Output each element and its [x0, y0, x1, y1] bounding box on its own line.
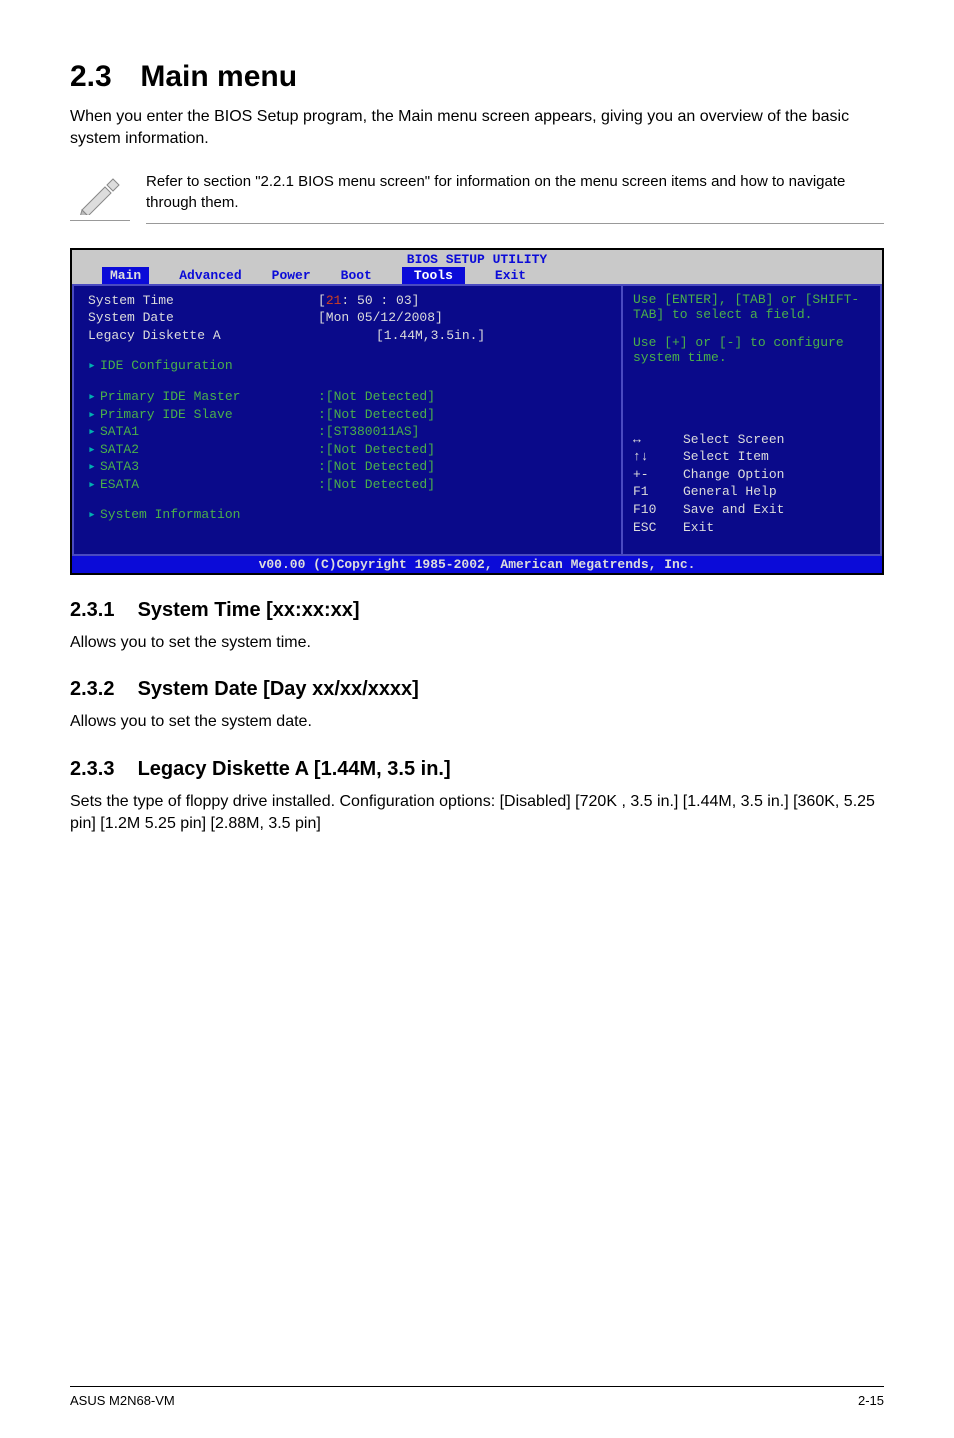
bios-help-pane: Use [ENTER], [TAB] or [SHIFT-TAB] to sel…	[622, 284, 882, 556]
nav-change-option: Change Option	[683, 466, 784, 484]
section-number: 2.3	[70, 60, 132, 94]
key-lr-icon: ↔	[633, 431, 683, 449]
sub1-number: 2.3.1	[70, 599, 132, 622]
help-text-2: Use [+] or [-] to configure system time.	[633, 335, 870, 365]
bios-row-esata: ▸ESATA :[Not Detected]	[88, 476, 611, 494]
bios-left-pane: System Time [21: 50 : 03] System Date [M…	[72, 284, 622, 556]
bios-row-system-date: System Date [Mon 05/12/2008]	[88, 309, 611, 327]
pencil-icon	[70, 171, 130, 221]
arrow-icon: ▸	[88, 506, 100, 524]
label-pim: Primary IDE Master	[100, 389, 240, 404]
nav-select-screen: Select Screen	[683, 431, 784, 449]
bios-menu-main: Main	[102, 267, 149, 284]
bios-row-legacy: Legacy Diskette A [1.44M,3.5in.]	[88, 327, 611, 345]
label-esata: ESATA	[100, 477, 139, 492]
bios-title: BIOS SETUP UTILITY	[72, 250, 882, 267]
label-sysinfo: System Information	[100, 506, 240, 524]
bios-nav-help: ↔Select Screen ↑↓Select Item +-Change Op…	[633, 431, 870, 536]
key-pm-icon: +-	[633, 466, 683, 484]
value-system-date: [Mon 05/12/2008]	[318, 309, 443, 327]
value-pis: :[Not Detected]	[318, 406, 435, 424]
label-system-date: System Date	[88, 309, 318, 327]
sub3-number: 2.3.3	[70, 758, 132, 781]
section-title-text: Main menu	[140, 60, 297, 93]
value-sata1: :[ST380011AS]	[318, 423, 419, 441]
section-intro: When you enter the BIOS Setup program, t…	[70, 106, 884, 151]
bios-body: System Time [21: 50 : 03] System Date [M…	[72, 284, 882, 556]
arrow-icon: ▸	[88, 357, 100, 375]
value-system-time: [21: 50 : 03]	[318, 292, 419, 310]
key-ud-icon: ↑↓	[633, 448, 683, 466]
value-sata2: :[Not Detected]	[318, 441, 435, 459]
arrow-icon: ▸	[88, 423, 100, 441]
label-sata2: SATA2	[100, 442, 139, 457]
value-sata3: :[Not Detected]	[318, 458, 435, 476]
footer-left: ASUS M2N68-VM	[70, 1393, 175, 1408]
bios-menu-tools: Tools	[402, 267, 465, 284]
sub2-text: Allows you to set the system date.	[70, 711, 884, 733]
label-pis: Primary IDE Slave	[100, 407, 233, 422]
footer-right: 2-15	[858, 1393, 884, 1408]
subsection-heading-2: 2.3.2 System Date [Day xx/xx/xxxx]	[70, 678, 884, 701]
value-pim: :[Not Detected]	[318, 388, 435, 406]
nav-save-exit: Save and Exit	[683, 501, 784, 519]
key-f1: F1	[633, 483, 683, 501]
sub3-text: Sets the type of floppy drive installed.…	[70, 791, 884, 836]
note-text: Refer to section "2.2.1 BIOS menu screen…	[146, 171, 884, 224]
arrow-icon: ▸	[88, 458, 100, 476]
nav-select-item: Select Item	[683, 448, 769, 466]
bios-menu-power: Power	[272, 267, 311, 284]
bios-row-system-time: System Time [21: 50 : 03]	[88, 292, 611, 310]
label-sata1: SATA1	[100, 424, 139, 439]
bios-row-pis: ▸Primary IDE Slave :[Not Detected]	[88, 406, 611, 424]
sub1-title: System Time [xx:xx:xx]	[138, 599, 360, 621]
bios-row-pim: ▸Primary IDE Master :[Not Detected]	[88, 388, 611, 406]
label-ide-config: IDE Configuration	[100, 357, 233, 375]
bios-menu-boot: Boot	[341, 267, 372, 284]
bios-menu-exit: Exit	[495, 267, 526, 284]
value-esata: :[Not Detected]	[318, 476, 435, 494]
bios-menu-bar: Main Advanced Power Boot Tools Exit	[72, 267, 882, 284]
value-legacy: [1.44M,3.5in.]	[318, 327, 485, 345]
label-system-time: System Time	[88, 292, 318, 310]
note-box: Refer to section "2.2.1 BIOS menu screen…	[70, 171, 884, 224]
key-esc: ESC	[633, 519, 683, 537]
bios-row-sata1: ▸SATA1 :[ST380011AS]	[88, 423, 611, 441]
bios-row-sysinfo: ▸ System Information	[88, 506, 611, 524]
sub3-title: Legacy Diskette A [1.44M, 3.5 in.]	[138, 758, 451, 780]
section-heading: 2.3 Main menu	[70, 60, 884, 94]
label-legacy: Legacy Diskette A	[88, 327, 318, 345]
bios-screenshot: BIOS SETUP UTILITY Main Advanced Power B…	[70, 248, 884, 575]
bios-row-sata3: ▸SATA3 :[Not Detected]	[88, 458, 611, 476]
label-sata3: SATA3	[100, 459, 139, 474]
subsection-heading-3: 2.3.3 Legacy Diskette A [1.44M, 3.5 in.]	[70, 758, 884, 781]
bios-menu-advanced: Advanced	[179, 267, 241, 284]
arrow-icon: ▸	[88, 476, 100, 494]
nav-general-help: General Help	[683, 483, 777, 501]
subsection-heading-1: 2.3.1 System Time [xx:xx:xx]	[70, 599, 884, 622]
sub2-title: System Date [Day xx/xx/xxxx]	[138, 678, 419, 700]
sub2-number: 2.3.2	[70, 678, 132, 701]
arrow-icon: ▸	[88, 388, 100, 406]
bios-row-ide-config: ▸ IDE Configuration	[88, 357, 611, 375]
page-footer: ASUS M2N68-VM 2-15	[70, 1386, 884, 1408]
bios-row-sata2: ▸SATA2 :[Not Detected]	[88, 441, 611, 459]
arrow-icon: ▸	[88, 406, 100, 424]
sub1-text: Allows you to set the system time.	[70, 632, 884, 654]
key-f10: F10	[633, 501, 683, 519]
help-text-1: Use [ENTER], [TAB] or [SHIFT-TAB] to sel…	[633, 292, 870, 322]
arrow-icon: ▸	[88, 441, 100, 459]
bios-copyright: v00.00 (C)Copyright 1985-2002, American …	[72, 556, 882, 573]
nav-exit: Exit	[683, 519, 714, 537]
